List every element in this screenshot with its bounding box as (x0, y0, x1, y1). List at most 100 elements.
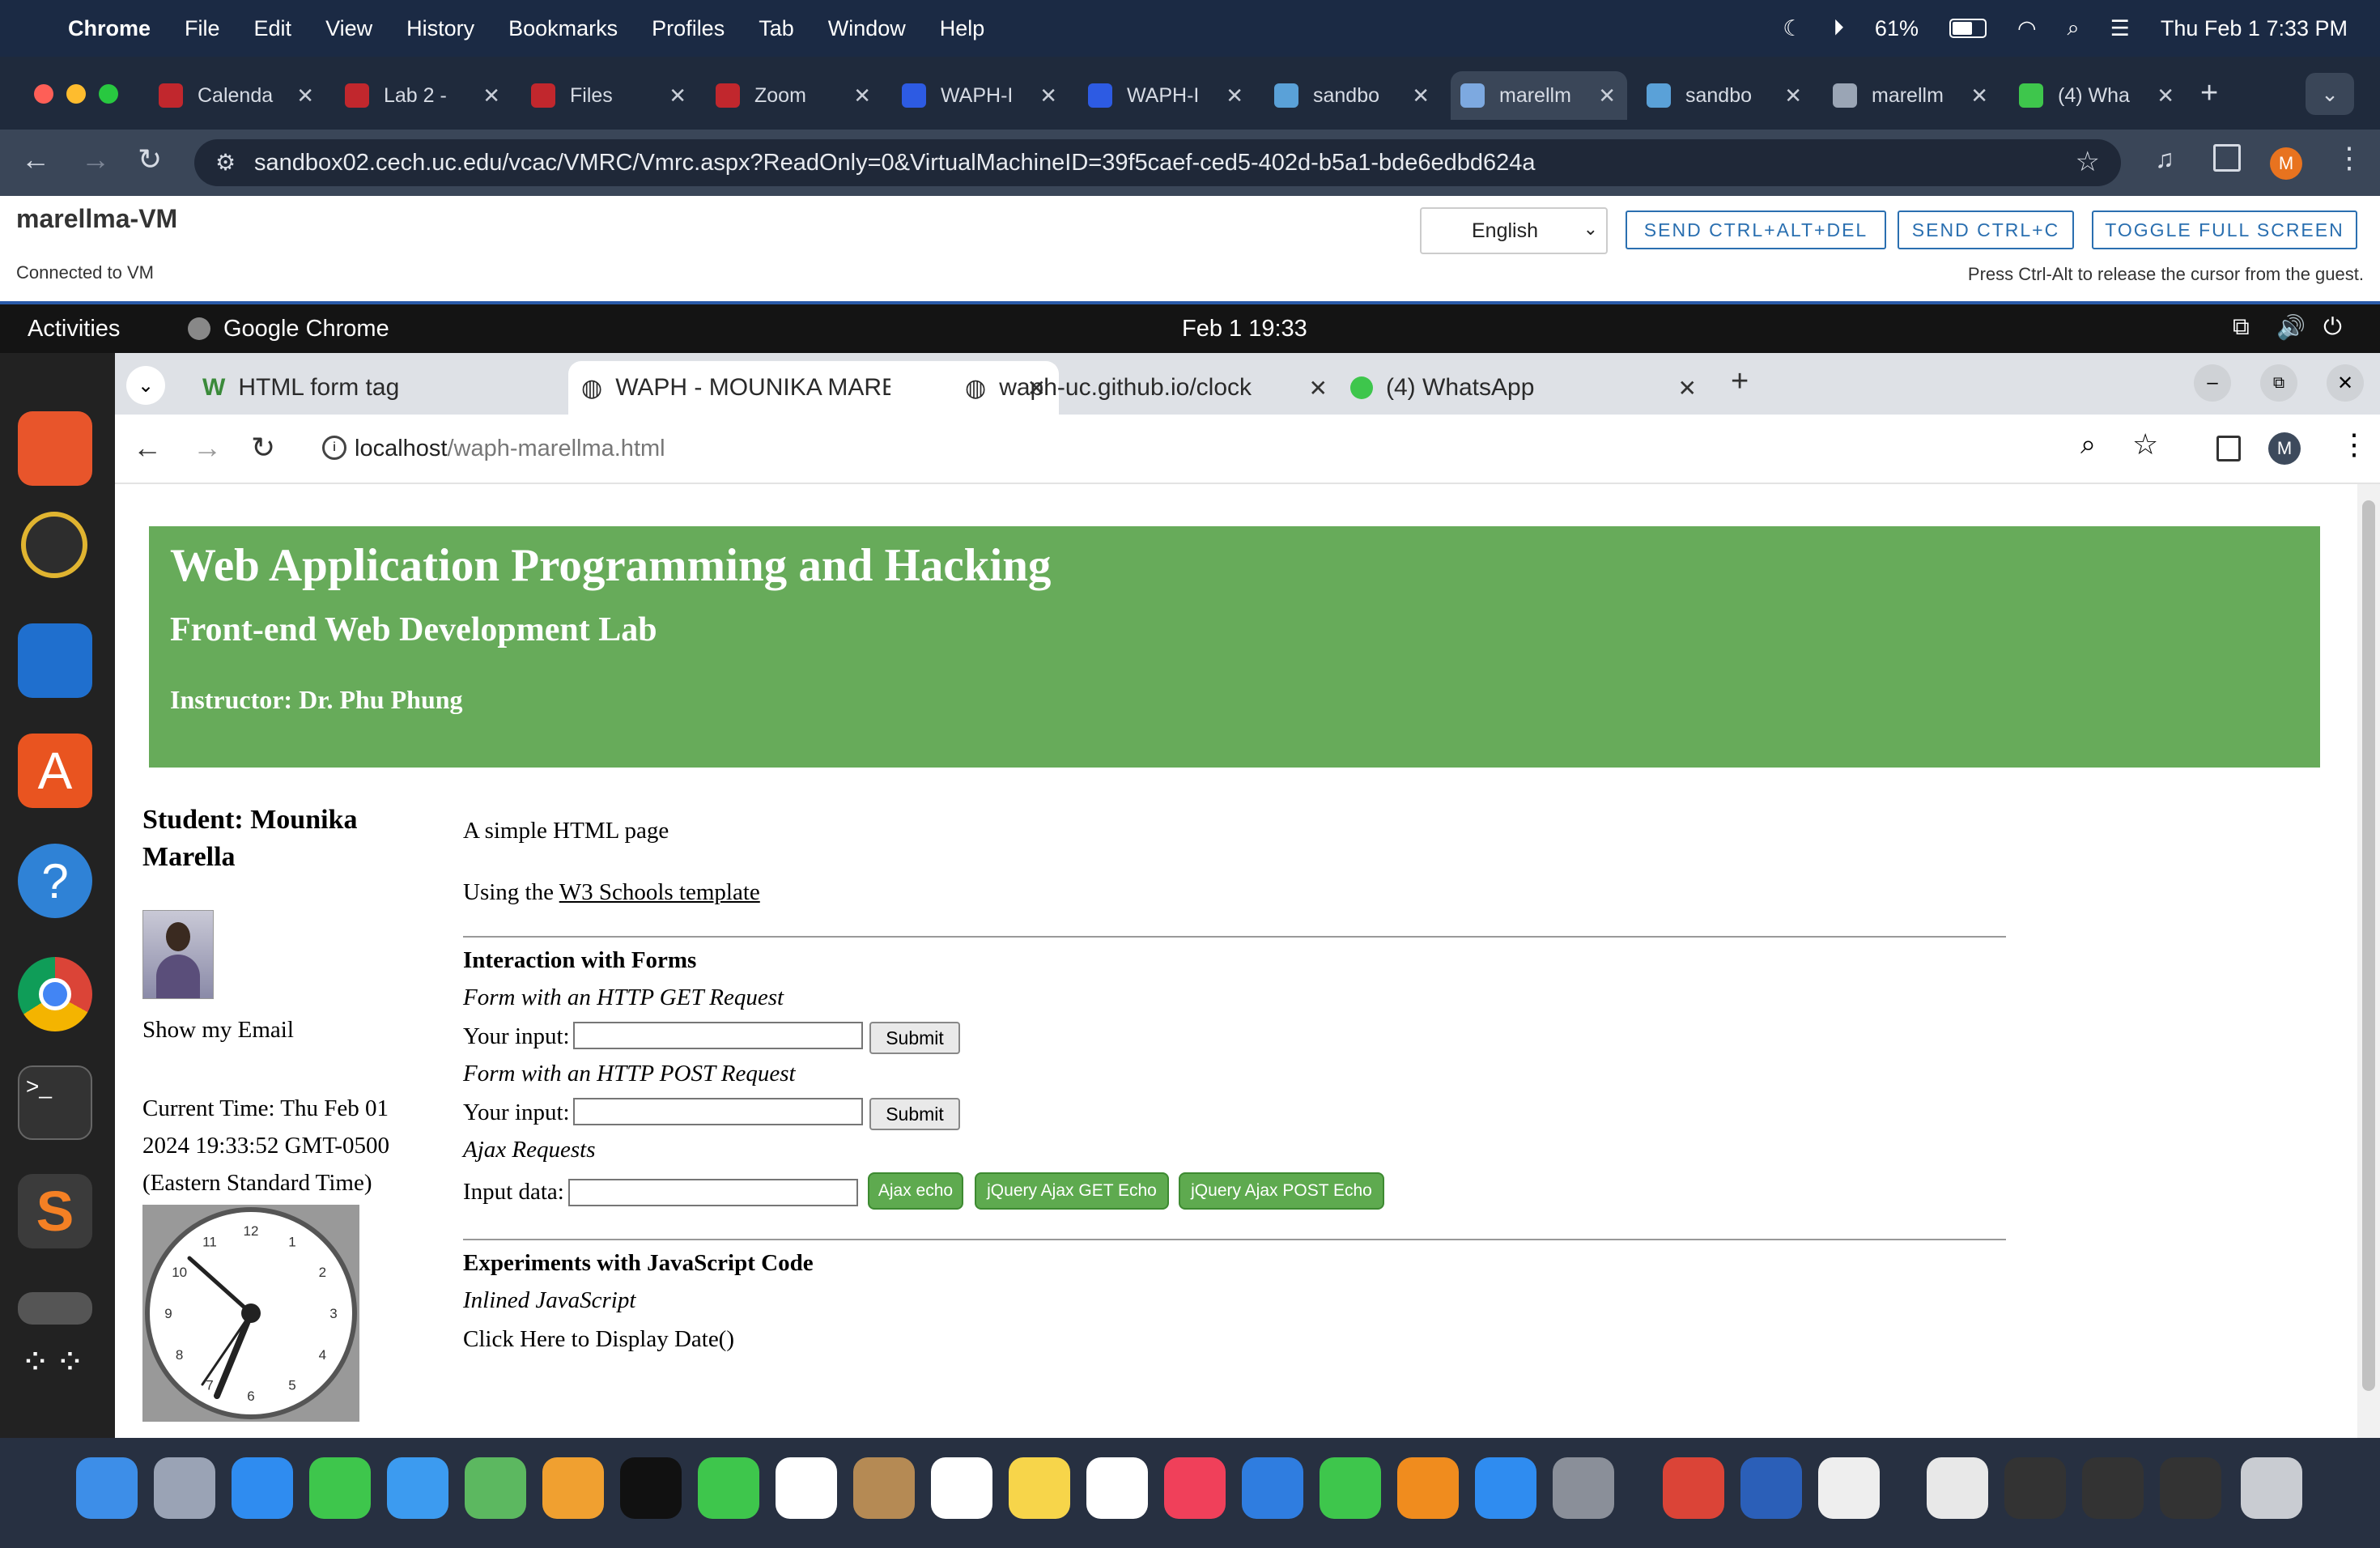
drive-icon[interactable] (18, 1292, 92, 1325)
site-info-icon[interactable]: ⚙ (215, 149, 236, 176)
numbers-icon[interactable] (1320, 1457, 1381, 1519)
chrome-dock-icon[interactable] (18, 957, 92, 1031)
media-controls-icon[interactable]: ♫ (2155, 144, 2174, 174)
page-scrollbar[interactable] (2357, 484, 2380, 1438)
close-icon[interactable]: ✕ (1678, 375, 1697, 402)
close-icon[interactable]: ✕ (482, 83, 500, 108)
outer-tab-9[interactable]: sandbo ✕ (1637, 71, 1813, 120)
language-select[interactable]: English ⌄ (1420, 207, 1608, 254)
show-email-link[interactable]: Show my Email (142, 1017, 294, 1044)
spotlight-search-icon[interactable]: ⌕ (2068, 15, 2080, 41)
launchpad-icon[interactable] (154, 1457, 215, 1519)
terminal-icon[interactable]: >_ (18, 1065, 92, 1140)
side-panel-icon[interactable] (2213, 144, 2241, 172)
menu-window[interactable]: Window (828, 16, 906, 41)
post-submit-button[interactable]: Submit (869, 1098, 960, 1130)
menu-view[interactable]: View (325, 16, 372, 41)
back-icon[interactable]: ← (133, 431, 162, 465)
inner-url-bar[interactable]: i localhost/waph-marellma.html (306, 424, 2221, 473)
screenshot-3-icon[interactable] (2160, 1457, 2221, 1519)
outer-tab-3[interactable]: Files ✕ (521, 71, 698, 120)
menu-history[interactable]: History (406, 16, 474, 41)
send-ctrl-c-button[interactable]: SEND CTRL+C (1898, 211, 2074, 249)
safari-icon[interactable] (232, 1457, 293, 1519)
new-tab-button[interactable]: + (2200, 76, 2218, 111)
freeform-icon[interactable] (1086, 1457, 1148, 1519)
close-icon[interactable]: ✕ (853, 83, 871, 108)
ajax-input-field[interactable] (568, 1179, 858, 1206)
get-submit-button[interactable]: Submit (869, 1022, 960, 1054)
menu-edit[interactable]: Edit (254, 16, 292, 41)
forward-icon[interactable]: → (193, 431, 222, 465)
contacts-icon[interactable] (853, 1457, 915, 1519)
side-panel-icon[interactable] (2216, 436, 2241, 461)
wifi-icon[interactable]: ◠ (2017, 16, 2037, 41)
menubar-datetime[interactable]: Thu Feb 1 7:33 PM (2161, 16, 2348, 41)
play-icon[interactable]: ⏵ (1833, 15, 1844, 41)
inner-tab-whatsapp[interactable]: (4) WhatsApp ✕ (1337, 361, 1710, 415)
outer-tab-10[interactable]: marellm ✕ (1823, 71, 2000, 120)
menu-bookmarks[interactable]: Bookmarks (508, 16, 618, 41)
menu-help[interactable]: Help (940, 16, 985, 41)
screenshot-2-icon[interactable] (2082, 1457, 2144, 1519)
close-window-icon[interactable]: ✕ (2327, 364, 2364, 402)
scrollbar-thumb[interactable] (2362, 500, 2375, 1391)
tab-list-chevron-icon[interactable]: ⌄ (126, 366, 165, 405)
finder-icon[interactable] (76, 1457, 138, 1519)
apple-tv-icon[interactable] (620, 1457, 682, 1519)
outer-tab-6[interactable]: WAPH-I ✕ (1078, 71, 1255, 120)
send-ctrl-alt-del-button[interactable]: SEND CTRL+ALT+DEL (1626, 211, 1886, 249)
pages-icon[interactable] (1397, 1457, 1459, 1519)
volume-icon[interactable]: 🔊 (2276, 314, 2306, 342)
photos-icon[interactable] (542, 1457, 604, 1519)
word-icon[interactable] (1740, 1457, 1802, 1519)
zoom-icon[interactable]: ⌕ (2080, 429, 2096, 461)
outer-url-bar[interactable]: ⚙ sandbox02.cech.uc.edu/vcac/VMRC/Vmrc.a… (194, 139, 2121, 186)
forward-icon[interactable]: → (81, 142, 110, 176)
power-icon[interactable]: ⏻ (2323, 314, 2342, 341)
battery-icon[interactable] (1949, 19, 1987, 38)
mail-icon[interactable] (387, 1457, 448, 1519)
close-icon[interactable]: ✕ (1412, 83, 1430, 108)
chrome-menu-icon[interactable]: ⋮ (2340, 427, 2369, 461)
close-icon[interactable]: ✕ (2157, 83, 2174, 108)
network-icon[interactable]: ⧉ (2233, 314, 2250, 341)
close-icon[interactable]: ✕ (669, 83, 686, 108)
music-icon[interactable] (1164, 1457, 1226, 1519)
reminders-icon[interactable] (931, 1457, 992, 1519)
menu-profiles[interactable]: Profiles (652, 16, 725, 41)
control-center-icon[interactable]: ☰ (2110, 16, 2130, 41)
chrome-menu-icon[interactable]: ⋮ (2335, 141, 2364, 175)
outer-tab-7[interactable]: sandbo ✕ (1264, 71, 1441, 120)
menu-file[interactable]: File (185, 16, 220, 41)
jquery-ajax-get-echo-button[interactable]: jQuery Ajax GET Echo (975, 1172, 1169, 1210)
close-window-button[interactable] (34, 84, 53, 104)
jquery-ajax-post-echo-button[interactable]: jQuery Ajax POST Echo (1179, 1172, 1384, 1210)
files-icon[interactable] (18, 411, 92, 486)
show-apps-icon[interactable]: ⁘⁘ (18, 1345, 92, 1425)
help-icon[interactable]: ? (18, 844, 92, 918)
sublime-text-icon[interactable]: S (18, 1174, 92, 1248)
restore-icon[interactable]: ⧉ (2260, 364, 2297, 402)
rhythmbox-icon[interactable] (21, 512, 87, 578)
textedit-icon[interactable] (1818, 1457, 1880, 1519)
document-icon[interactable] (1927, 1457, 1988, 1519)
screenshot-1-icon[interactable] (2004, 1457, 2066, 1519)
close-icon[interactable]: ✕ (1784, 83, 1802, 108)
facetime-icon[interactable] (698, 1457, 759, 1519)
back-icon[interactable]: ← (21, 142, 50, 176)
moon-icon[interactable]: ☾ (1783, 16, 1802, 41)
system-settings-icon[interactable] (1553, 1457, 1614, 1519)
w3schools-template-link[interactable]: W3 Schools template (559, 879, 760, 905)
close-icon[interactable]: ✕ (1039, 83, 1057, 108)
ubuntu-clock[interactable]: Feb 1 19:33 (1182, 316, 1307, 342)
software-center-icon[interactable]: A (18, 734, 92, 808)
ajax-echo-button[interactable]: Ajax echo (868, 1172, 963, 1210)
maps-icon[interactable] (465, 1457, 526, 1519)
app-store-icon[interactable] (1475, 1457, 1536, 1519)
display-date-trigger[interactable]: Click Here to Display Date() (463, 1326, 734, 1353)
bookmark-star-icon[interactable]: ☆ (2076, 146, 2100, 178)
keynote-icon[interactable] (1242, 1457, 1303, 1519)
trash-icon[interactable] (2241, 1457, 2302, 1519)
notes-icon[interactable] (1009, 1457, 1070, 1519)
